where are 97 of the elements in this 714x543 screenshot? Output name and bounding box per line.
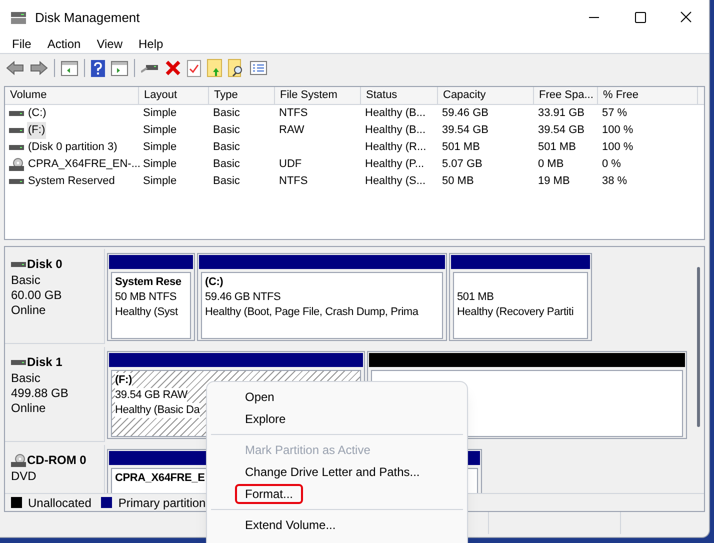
table-cell-text: 0 % — [602, 157, 621, 172]
forward-arrow-icon[interactable] — [30, 60, 48, 76]
back-arrow-icon[interactable] — [6, 60, 24, 76]
table-cell-text: Healthy (S... — [365, 174, 426, 190]
table-cell-text: NTFS — [279, 174, 308, 190]
table-cell-text: Basic — [213, 140, 240, 156]
disk-info: 60.00 GB — [11, 288, 63, 303]
list-icon[interactable] — [250, 61, 267, 75]
disk-info: Basic — [11, 273, 42, 288]
menu-item[interactable]: Change Drive Letter and Paths... — [235, 462, 430, 482]
table-cell-text: Healthy (B... — [365, 106, 426, 122]
window-title: Disk Management — [35, 8, 140, 27]
table-cell-text: Healthy (B... — [365, 123, 426, 138]
partition-name: (C:) — [205, 275, 224, 290]
table-cell-text: NTFS — [279, 106, 308, 122]
panel-icon[interactable] — [61, 60, 78, 76]
table-cell-text: 19 MB — [538, 174, 570, 190]
partition-status: Healthy (Basic Da — [115, 403, 200, 418]
delete-icon[interactable] — [165, 60, 181, 76]
column-header[interactable]: File System — [275, 87, 361, 104]
partition-block[interactable]: System Rese 50 MB NTFS Healthy (Syst — [107, 253, 195, 341]
table-cell[interactable]: (C:) — [27, 105, 48, 122]
table-cell-text: 100 % — [602, 140, 634, 156]
table-cell-text: Basic — [213, 123, 240, 138]
cd-drive-icon — [11, 454, 26, 466]
menu-item[interactable]: Explore — [235, 409, 296, 429]
disk-info: Basic — [11, 371, 42, 386]
checked-document-icon[interactable] — [187, 60, 201, 76]
table-cell-text: 501 MB — [538, 140, 576, 156]
table-cell[interactable]: (Disk 0 partition 3) — [27, 139, 118, 156]
help-icon[interactable] — [91, 60, 105, 76]
table-cell-text: Simple — [143, 123, 177, 138]
panel-icon[interactable] — [111, 60, 128, 76]
table-cell-text: RAW — [279, 123, 304, 138]
table-cell-text: Basic — [213, 106, 240, 122]
table-cell-text: Simple — [143, 157, 177, 172]
menu-item[interactable]: Extend Volume... — [235, 515, 346, 535]
partition-name: (F:) — [115, 373, 132, 388]
table-cell-text: UDF — [279, 157, 302, 172]
column-header[interactable]: Free Spa... — [534, 87, 598, 104]
table-cell-text: 33.91 GB — [538, 106, 584, 122]
table-cell-text: 38 % — [602, 174, 628, 190]
menu-item[interactable]: Format... — [235, 484, 304, 504]
table-cell-text: Healthy (R... — [365, 140, 426, 156]
partition-block[interactable]: (C:) 59.46 GB NTFS Healthy (Boot, Page File, Crash Dump, Prima — [197, 253, 447, 341]
disk-label-panel[interactable]: Disk 1 Basic 499.88 GB Online — [5, 347, 105, 442]
legend-label: Primary partition — [118, 494, 206, 512]
cd-drive-icon — [9, 158, 24, 171]
disk-name: Disk 0 — [27, 256, 62, 273]
menu-item[interactable]: Action — [39, 35, 89, 53]
menu-item[interactable]: Help — [130, 35, 172, 53]
column-header[interactable]: Type — [209, 87, 275, 104]
scrollbar-thumb[interactable] — [697, 267, 700, 427]
table-cell-text: 59.46 GB — [442, 106, 488, 122]
menu-item: Mark Partition as Active — [244, 442, 372, 459]
partition-block[interactable]: 501 MB Healthy (Recovery Partiti — [449, 253, 592, 341]
table-cell-text: 50 MB — [442, 174, 474, 190]
table-cell-text: Simple — [143, 106, 177, 122]
disk-name: CD-ROM 0 — [27, 452, 86, 469]
table-cell-text: 57 % — [602, 106, 628, 122]
table-cell[interactable]: (F:) — [27, 122, 46, 139]
disk-drive-icon — [10, 10, 27, 24]
table-cell[interactable]: System Reserved — [27, 173, 116, 190]
table-cell-text: 501 MB — [442, 140, 480, 156]
table-cell-text: 39.54 GB — [538, 123, 584, 138]
table-cell-text: Simple — [143, 140, 177, 156]
menu-item[interactable]: View — [88, 35, 130, 53]
table-cell-text: 5.07 GB — [442, 157, 482, 172]
table-cell-text: Simple — [143, 174, 177, 190]
partition-status: Healthy (Syst — [115, 305, 178, 320]
table-cell-text: 100 % — [602, 123, 634, 138]
menu-item[interactable]: File — [4, 35, 40, 53]
table-cell-text: Basic — [213, 157, 240, 172]
partition-status: Healthy (Recovery Partiti — [457, 305, 574, 320]
disk-info: 499.88 GB — [11, 386, 70, 401]
menu-item[interactable]: Open — [235, 387, 284, 407]
table-cell-text: Basic — [213, 174, 240, 190]
disk-label-panel[interactable]: Disk 0 Basic 60.00 GB Online — [5, 249, 105, 344]
disk-info: DVD — [11, 469, 38, 484]
table-cell-text: 39.54 GB — [442, 123, 488, 138]
column-header[interactable]: Volume — [5, 87, 139, 104]
column-header[interactable]: Layout — [139, 87, 209, 104]
column-header[interactable]: % Free — [598, 87, 698, 104]
partition-status: Healthy (Boot, Page File, Crash Dump, Prima — [205, 305, 418, 320]
drive-connect-icon[interactable] — [141, 62, 159, 74]
partition-size: 39.54 GB RAW — [115, 388, 188, 403]
disk-info: Online — [11, 401, 47, 416]
table-cell[interactable]: CPRA_X64FRE_EN-... — [27, 156, 142, 173]
column-header[interactable]: Status — [361, 87, 438, 104]
disk-name: Disk 1 — [27, 354, 62, 371]
table-cell-text: Healthy (P... — [365, 157, 424, 172]
column-header[interactable]: Capacity — [438, 87, 534, 104]
magnifier-folder-icon[interactable] — [228, 59, 244, 77]
legend-label: Unallocated — [28, 494, 92, 512]
partition-name: System Rese — [115, 275, 182, 290]
disk-info: Online — [11, 303, 47, 318]
table-cell-text: 0 MB — [538, 157, 564, 172]
